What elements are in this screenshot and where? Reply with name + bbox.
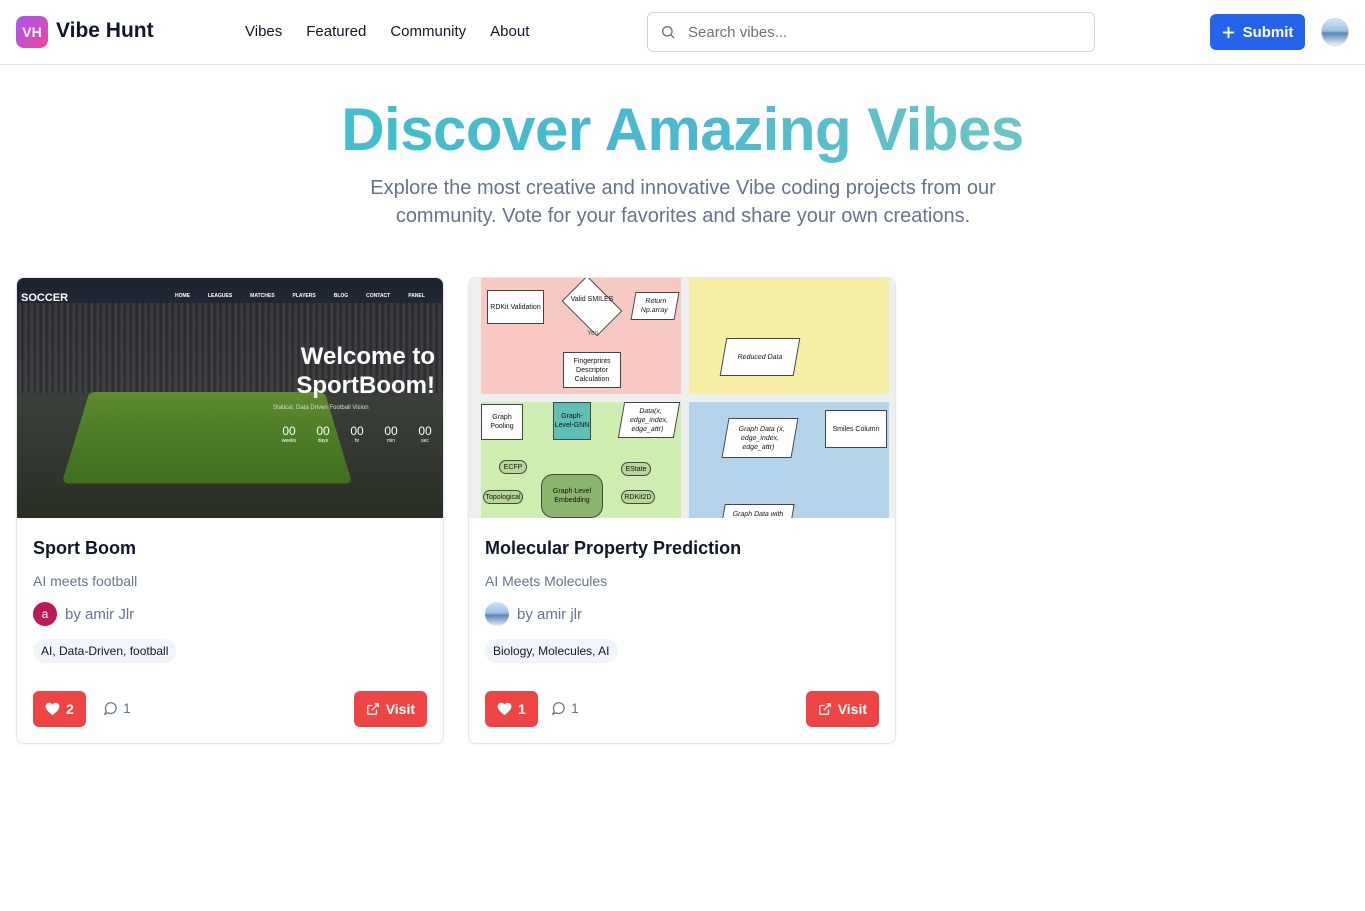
comments-link[interactable]: 1 bbox=[551, 700, 579, 716]
node-valid-smiles: Valid SMILES bbox=[570, 296, 614, 303]
preview-welcome: Welcome to SportBoom! bbox=[296, 343, 435, 399]
node-fingerprints: Fingerprints Descriptor Calculation bbox=[563, 352, 621, 388]
card-title[interactable]: Molecular Property Prediction bbox=[485, 538, 741, 559]
vibe-card-molecular-property-prediction[interactable]: RDKit Validation Valid SMILES Yes Return… bbox=[468, 277, 896, 744]
top-header: VH Vibe Hunt Vibes Featured Community Ab… bbox=[0, 0, 1365, 65]
card-subtitle: AI meets football bbox=[33, 573, 138, 589]
comment-count: 1 bbox=[571, 700, 579, 716]
node-topological: Topological bbox=[483, 490, 523, 504]
submit-button[interactable]: Submit bbox=[1210, 14, 1305, 50]
card-title[interactable]: Sport Boom bbox=[33, 538, 136, 559]
nav-community[interactable]: Community bbox=[390, 23, 466, 40]
vibe-card-sport-boom[interactable]: SOCCER HOME LEAGUES MATCHES PLAYERS BLOG… bbox=[16, 277, 444, 744]
countdown-unit: weeks bbox=[281, 438, 297, 444]
main-nav: Vibes Featured Community About bbox=[245, 23, 529, 40]
countdown-value: 00 bbox=[316, 424, 330, 438]
countdown-value: 00 bbox=[282, 424, 296, 438]
node-graph-level-embedding: Graph Level Embedding bbox=[541, 474, 603, 518]
heart-icon bbox=[45, 702, 60, 716]
logo-text[interactable]: Vibe Hunt bbox=[56, 19, 154, 43]
visit-button[interactable]: Visit bbox=[353, 691, 427, 727]
node-rdkit2d: RDKit2D bbox=[621, 490, 655, 504]
card-author: by amir jlr bbox=[485, 602, 582, 626]
countdown-unit: min bbox=[386, 438, 396, 444]
countdown-value: 00 bbox=[418, 424, 432, 438]
countdown-unit: hr bbox=[354, 438, 360, 444]
comment-icon bbox=[103, 701, 117, 715]
node-reduced-data: Reduced Data bbox=[719, 338, 801, 376]
card-tags: AI, Data-Driven, football bbox=[33, 639, 177, 663]
node-rdkit-validation: RDKit Validation bbox=[487, 290, 544, 324]
author-name: by amir jlr bbox=[517, 605, 583, 623]
node-ecfp: ECFP bbox=[499, 460, 527, 474]
author-avatar: a bbox=[33, 602, 57, 626]
preview-nav-item: HOME bbox=[175, 293, 190, 299]
card-subtitle: AI Meets Molecules bbox=[485, 573, 608, 589]
node-return-nparray: Return Np.array bbox=[630, 292, 680, 320]
preview-countdown: 00 weeks 00 days 00 hr 00 min 00 sec bbox=[279, 424, 435, 444]
user-avatar[interactable] bbox=[1321, 18, 1349, 46]
quadrant-yellow bbox=[689, 278, 889, 394]
external-link-icon bbox=[818, 703, 831, 715]
countdown-unit: days bbox=[317, 438, 329, 444]
nav-about[interactable]: About bbox=[490, 23, 529, 40]
search-icon bbox=[662, 26, 675, 39]
hero-title: Discover Amazing Vibes bbox=[0, 95, 1365, 164]
sportboom-screenshot: SOCCER HOME LEAGUES MATCHES PLAYERS BLOG… bbox=[17, 278, 443, 518]
like-count: 1 bbox=[518, 701, 526, 717]
plus-icon bbox=[1222, 26, 1234, 38]
countdown-unit: sec bbox=[421, 438, 429, 444]
nav-vibes[interactable]: Vibes bbox=[245, 23, 282, 40]
flowchart-screenshot: RDKit Validation Valid SMILES Yes Return… bbox=[469, 278, 895, 518]
card-preview-image[interactable]: RDKit Validation Valid SMILES Yes Return… bbox=[469, 278, 895, 518]
node-graph-data: Graph Data (x, edge_index, edge_attr) bbox=[721, 418, 799, 458]
submit-label: Submit bbox=[1242, 23, 1294, 41]
author-avatar bbox=[485, 602, 509, 626]
logo-badge[interactable]: VH bbox=[16, 16, 48, 48]
hero-subtitle: Explore the most creative and innovative… bbox=[370, 177, 996, 227]
preview-nav-item: BLOG bbox=[333, 293, 349, 299]
preview-nav: HOME LEAGUES MATCHES PLAYERS BLOG CONTAC… bbox=[175, 293, 425, 299]
like-count: 2 bbox=[66, 701, 74, 717]
card-author: a by amir Jlr bbox=[33, 602, 134, 626]
like-button[interactable]: 1 bbox=[485, 691, 538, 727]
external-link-icon bbox=[366, 703, 379, 715]
node-graph-data-with: Graph Data with bbox=[721, 504, 795, 518]
node-graph-level-gnn: Graph-Level-GNN bbox=[553, 402, 591, 440]
countdown-value: 00 bbox=[350, 424, 364, 438]
preview-nav-item: CONTACT bbox=[366, 293, 391, 299]
node-data-edge: Data(x, edge_index, edge_attr) bbox=[617, 402, 681, 438]
like-button[interactable]: 2 bbox=[33, 691, 86, 727]
preview-nav-item: PLAYERS bbox=[292, 293, 316, 299]
comment-icon bbox=[551, 701, 565, 715]
card-preview-image[interactable]: SOCCER HOME LEAGUES MATCHES PLAYERS BLOG… bbox=[17, 278, 443, 518]
visit-label: Visit bbox=[385, 701, 415, 717]
card-tags: Biology, Molecules, AI bbox=[485, 639, 618, 663]
nav-featured[interactable]: Featured bbox=[306, 23, 366, 40]
comment-count: 1 bbox=[123, 700, 131, 716]
countdown-value: 00 bbox=[384, 424, 398, 438]
author-name: by amir Jlr bbox=[65, 605, 135, 623]
comments-link[interactable]: 1 bbox=[103, 700, 131, 716]
search-input[interactable] bbox=[688, 23, 1068, 41]
node-estate: EState bbox=[621, 462, 651, 476]
node-graph-pooling: Graph Pooling bbox=[481, 404, 523, 440]
preview-nav-item: MATCHES bbox=[250, 293, 275, 299]
node-smiles-column: Smiles Column bbox=[825, 410, 887, 448]
heart-icon bbox=[497, 702, 512, 716]
visit-label: Visit bbox=[837, 701, 867, 717]
label-yes: Yes bbox=[587, 330, 599, 337]
preview-brand: SOCCER bbox=[21, 292, 69, 304]
search-box[interactable] bbox=[647, 12, 1095, 52]
visit-button[interactable]: Visit bbox=[805, 691, 879, 727]
preview-nav-item: LEAGUES bbox=[208, 293, 233, 299]
preview-nav-item: PANEL bbox=[408, 293, 425, 299]
preview-tagline: Statical, Data Driven Football Vision bbox=[273, 405, 369, 411]
